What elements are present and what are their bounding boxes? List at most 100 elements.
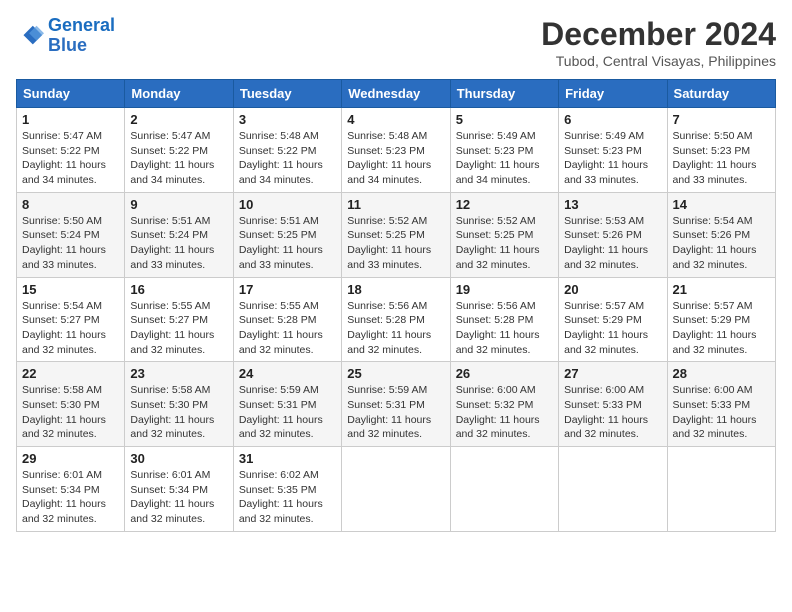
calendar-day-cell: 4 Sunrise: 5:48 AM Sunset: 5:23 PM Daylig… — [342, 108, 450, 193]
page-header: General Blue December 2024 Tubod, Centra… — [16, 16, 776, 69]
calendar-day-cell: 1 Sunrise: 5:47 AM Sunset: 5:22 PM Daylig… — [17, 108, 125, 193]
day-info: Sunrise: 6:01 AM Sunset: 5:34 PM Dayligh… — [130, 468, 227, 527]
calendar-week-row: 29 Sunrise: 6:01 AM Sunset: 5:34 PM Dayli… — [17, 447, 776, 532]
calendar-day-cell: 30 Sunrise: 6:01 AM Sunset: 5:34 PM Dayli… — [125, 447, 233, 532]
calendar-table: SundayMondayTuesdayWednesdayThursdayFrid… — [16, 79, 776, 532]
calendar-day-cell: 13 Sunrise: 5:53 AM Sunset: 5:26 PM Dayli… — [559, 192, 667, 277]
calendar-week-row: 8 Sunrise: 5:50 AM Sunset: 5:24 PM Daylig… — [17, 192, 776, 277]
calendar-header-row: SundayMondayTuesdayWednesdayThursdayFrid… — [17, 80, 776, 108]
day-info: Sunrise: 5:47 AM Sunset: 5:22 PM Dayligh… — [22, 129, 119, 188]
day-number: 31 — [239, 451, 336, 466]
calendar-day-cell: 31 Sunrise: 6:02 AM Sunset: 5:35 PM Dayli… — [233, 447, 341, 532]
day-info: Sunrise: 6:01 AM Sunset: 5:34 PM Dayligh… — [22, 468, 119, 527]
day-info: Sunrise: 5:58 AM Sunset: 5:30 PM Dayligh… — [130, 383, 227, 442]
day-info: Sunrise: 6:00 AM Sunset: 5:32 PM Dayligh… — [456, 383, 553, 442]
logo: General Blue — [16, 16, 115, 56]
day-info: Sunrise: 5:49 AM Sunset: 5:23 PM Dayligh… — [456, 129, 553, 188]
day-info: Sunrise: 5:59 AM Sunset: 5:31 PM Dayligh… — [239, 383, 336, 442]
day-info: Sunrise: 6:00 AM Sunset: 5:33 PM Dayligh… — [564, 383, 661, 442]
day-number: 6 — [564, 112, 661, 127]
calendar-day-cell: 27 Sunrise: 6:00 AM Sunset: 5:33 PM Dayli… — [559, 362, 667, 447]
day-info: Sunrise: 5:54 AM Sunset: 5:26 PM Dayligh… — [673, 214, 770, 273]
day-info: Sunrise: 5:59 AM Sunset: 5:31 PM Dayligh… — [347, 383, 444, 442]
month-title: December 2024 — [541, 16, 776, 53]
calendar-day-cell: 15Sunrise: 5:54 AM Sunset: 5:27 PM Dayli… — [17, 277, 125, 362]
day-number: 19 — [456, 282, 553, 297]
day-info: Sunrise: 5:52 AM Sunset: 5:25 PM Dayligh… — [347, 214, 444, 273]
logo-text: General Blue — [48, 16, 115, 56]
day-info: Sunrise: 5:53 AM Sunset: 5:26 PM Dayligh… — [564, 214, 661, 273]
day-info: Sunrise: 5:49 AM Sunset: 5:23 PM Dayligh… — [564, 129, 661, 188]
calendar-day-cell: 24 Sunrise: 5:59 AM Sunset: 5:31 PM Dayli… — [233, 362, 341, 447]
logo-icon — [16, 22, 44, 50]
empty-cell — [450, 447, 558, 532]
day-info: Sunrise: 5:58 AM Sunset: 5:30 PM Dayligh… — [22, 383, 119, 442]
calendar-day-cell: 9 Sunrise: 5:51 AM Sunset: 5:24 PM Daylig… — [125, 192, 233, 277]
empty-cell — [667, 447, 775, 532]
day-number: 3 — [239, 112, 336, 127]
day-number: 13 — [564, 197, 661, 212]
calendar-day-cell: 11 Sunrise: 5:52 AM Sunset: 5:25 PM Dayli… — [342, 192, 450, 277]
calendar-day-cell: 3Sunrise: 5:48 AM Sunset: 5:22 PM Daylig… — [233, 108, 341, 193]
day-info: Sunrise: 5:57 AM Sunset: 5:29 PM Dayligh… — [673, 299, 770, 358]
calendar-day-cell: 16 Sunrise: 5:55 AM Sunset: 5:27 PM Dayli… — [125, 277, 233, 362]
day-number: 21 — [673, 282, 770, 297]
day-info: Sunrise: 5:50 AM Sunset: 5:24 PM Dayligh… — [22, 214, 119, 273]
day-number: 7 — [673, 112, 770, 127]
day-info: Sunrise: 5:51 AM Sunset: 5:25 PM Dayligh… — [239, 214, 336, 273]
day-info: Sunrise: 6:02 AM Sunset: 5:35 PM Dayligh… — [239, 468, 336, 527]
calendar-day-cell: 10 Sunrise: 5:51 AM Sunset: 5:25 PM Dayli… — [233, 192, 341, 277]
day-number: 4 — [347, 112, 444, 127]
day-number: 2 — [130, 112, 227, 127]
empty-cell — [559, 447, 667, 532]
calendar-day-cell: 22Sunrise: 5:58 AM Sunset: 5:30 PM Dayli… — [17, 362, 125, 447]
calendar-day-cell: 17 Sunrise: 5:55 AM Sunset: 5:28 PM Dayli… — [233, 277, 341, 362]
day-number: 11 — [347, 197, 444, 212]
day-number: 16 — [130, 282, 227, 297]
day-info: Sunrise: 5:47 AM Sunset: 5:22 PM Dayligh… — [130, 129, 227, 188]
day-of-week-header: Thursday — [450, 80, 558, 108]
day-number: 29 — [22, 451, 119, 466]
calendar-day-cell: 23 Sunrise: 5:58 AM Sunset: 5:30 PM Dayli… — [125, 362, 233, 447]
calendar-day-cell: 19 Sunrise: 5:56 AM Sunset: 5:28 PM Dayli… — [450, 277, 558, 362]
day-info: Sunrise: 5:56 AM Sunset: 5:28 PM Dayligh… — [347, 299, 444, 358]
day-info: Sunrise: 5:56 AM Sunset: 5:28 PM Dayligh… — [456, 299, 553, 358]
day-of-week-header: Sunday — [17, 80, 125, 108]
day-number: 12 — [456, 197, 553, 212]
calendar-day-cell: 25 Sunrise: 5:59 AM Sunset: 5:31 PM Dayli… — [342, 362, 450, 447]
day-number: 14 — [673, 197, 770, 212]
day-number: 25 — [347, 366, 444, 381]
title-block: December 2024 Tubod, Central Visayas, Ph… — [541, 16, 776, 69]
day-number: 9 — [130, 197, 227, 212]
day-number: 1 — [22, 112, 119, 127]
day-info: Sunrise: 5:51 AM Sunset: 5:24 PM Dayligh… — [130, 214, 227, 273]
day-info: Sunrise: 5:52 AM Sunset: 5:25 PM Dayligh… — [456, 214, 553, 273]
empty-cell — [342, 447, 450, 532]
day-info: Sunrise: 5:55 AM Sunset: 5:28 PM Dayligh… — [239, 299, 336, 358]
day-number: 27 — [564, 366, 661, 381]
day-number: 28 — [673, 366, 770, 381]
day-of-week-header: Monday — [125, 80, 233, 108]
calendar-day-cell: 20Sunrise: 5:57 AM Sunset: 5:29 PM Dayli… — [559, 277, 667, 362]
day-number: 10 — [239, 197, 336, 212]
day-info: Sunrise: 5:55 AM Sunset: 5:27 PM Dayligh… — [130, 299, 227, 358]
day-info: Sunrise: 6:00 AM Sunset: 5:33 PM Dayligh… — [673, 383, 770, 442]
day-number: 8 — [22, 197, 119, 212]
calendar-day-cell: 28 Sunrise: 6:00 AM Sunset: 5:33 PM Dayli… — [667, 362, 775, 447]
day-number: 17 — [239, 282, 336, 297]
calendar-week-row: 22Sunrise: 5:58 AM Sunset: 5:30 PM Dayli… — [17, 362, 776, 447]
calendar-day-cell: 12 Sunrise: 5:52 AM Sunset: 5:25 PM Dayli… — [450, 192, 558, 277]
day-number: 20 — [564, 282, 661, 297]
calendar-day-cell: 5 Sunrise: 5:49 AM Sunset: 5:23 PM Daylig… — [450, 108, 558, 193]
day-of-week-header: Saturday — [667, 80, 775, 108]
day-number: 5 — [456, 112, 553, 127]
day-number: 30 — [130, 451, 227, 466]
day-number: 24 — [239, 366, 336, 381]
day-number: 23 — [130, 366, 227, 381]
calendar-week-row: 15Sunrise: 5:54 AM Sunset: 5:27 PM Dayli… — [17, 277, 776, 362]
day-of-week-header: Tuesday — [233, 80, 341, 108]
day-info: Sunrise: 5:48 AM Sunset: 5:23 PM Dayligh… — [347, 129, 444, 188]
calendar-day-cell: 26Sunrise: 6:00 AM Sunset: 5:32 PM Dayli… — [450, 362, 558, 447]
day-of-week-header: Wednesday — [342, 80, 450, 108]
location-subtitle: Tubod, Central Visayas, Philippines — [541, 53, 776, 69]
